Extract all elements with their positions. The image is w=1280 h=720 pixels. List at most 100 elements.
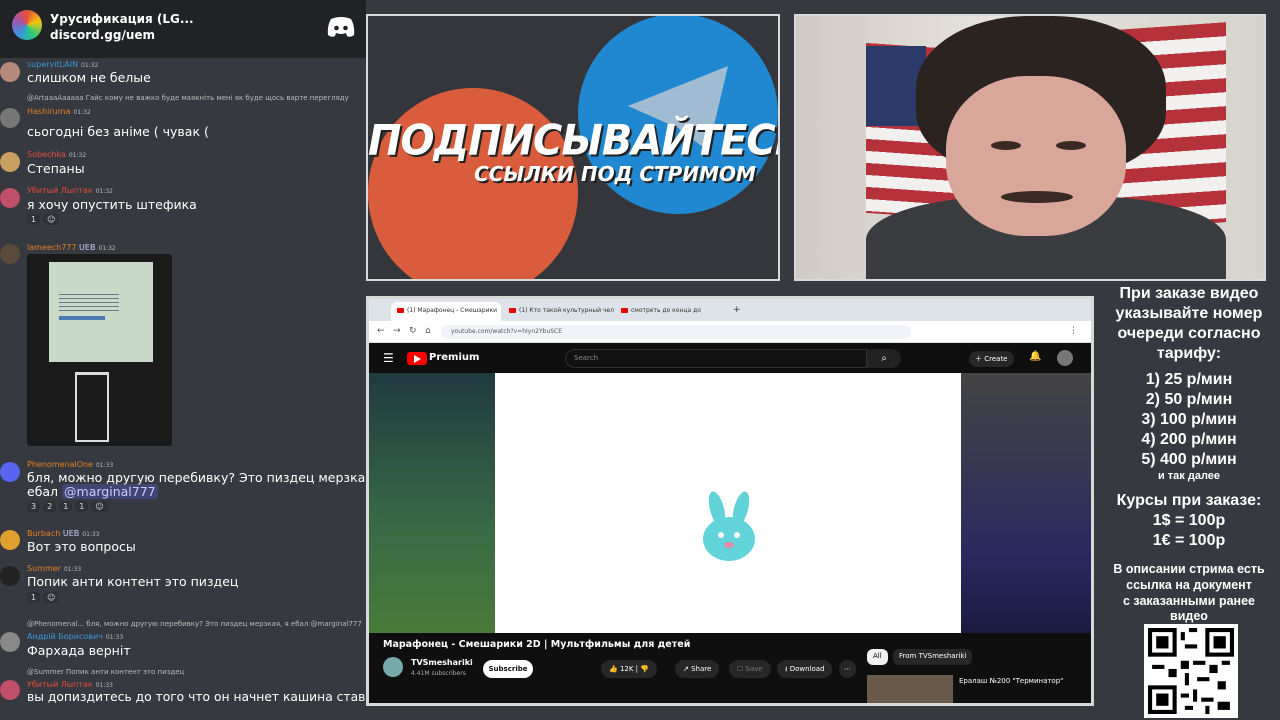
avatar <box>0 62 20 82</box>
search-input[interactable]: Search <box>565 349 867 368</box>
rate-line: 1$ = 100р <box>1152 512 1226 529</box>
qr-code-icon <box>1148 628 1234 714</box>
share-button[interactable]: ↗ Share <box>675 660 720 678</box>
reactions[interactable]: 3 2 1 1 ☺ <box>27 501 111 512</box>
username: PhenomenalOne <box>27 460 93 469</box>
username: lameech777 <box>27 243 77 252</box>
tariff-line: 4) 200 р/мин <box>1141 431 1237 448</box>
info-note: ссылка на документ <box>1126 578 1252 592</box>
forward-icon[interactable]: → <box>393 326 401 336</box>
timestamp: 01:32 <box>95 188 113 195</box>
video-frame[interactable] <box>495 373 961 633</box>
add-reaction-icon: ☺ <box>43 214 60 225</box>
youtube-icon <box>509 308 516 313</box>
chat-image-attachment[interactable] <box>27 254 172 446</box>
save-button[interactable]: ☐ Save <box>729 660 771 678</box>
info-line: указывайте номер <box>1115 305 1263 322</box>
timestamp: 01:32 <box>73 109 91 116</box>
browser-window: (1) Марафонец - Смешарики (1) Кто такой … <box>366 296 1094 706</box>
reaction: 1 <box>75 501 89 512</box>
download-button[interactable]: ⭳ Download <box>777 660 833 678</box>
username: Андрій Борисович <box>27 632 103 641</box>
like-button[interactable]: 👍 12K | 👎 <box>601 660 657 678</box>
youtube-brand: Premium <box>429 352 480 363</box>
timestamp: 01:33 <box>105 634 124 641</box>
timestamp: 01:33 <box>63 566 82 573</box>
message-text: слишком не белые <box>27 70 151 85</box>
channel-avatar[interactable] <box>383 657 403 677</box>
youtube-logo-icon[interactable] <box>407 352 427 365</box>
youtube-icon <box>621 308 628 313</box>
notifications-bell-icon[interactable]: 🔔 <box>1029 351 1041 362</box>
username: Burbach <box>27 529 61 538</box>
more-actions-icon[interactable]: ⋯ <box>839 660 856 678</box>
badge: UEB <box>62 529 80 538</box>
recommended-thumbnail[interactable] <box>867 675 953 703</box>
channel-name[interactable]: TVSmeshariki <box>411 658 473 667</box>
message-text: вы допиздитесь до того что он начнет каш… <box>27 690 366 704</box>
reactions[interactable]: 1 ☺ <box>27 592 62 603</box>
message-text: я хочу опустить штефика <box>27 197 197 212</box>
promo-title: ПОДПИСЫВАЙТЕСЬ <box>368 116 780 166</box>
reload-icon[interactable]: ↻ <box>409 326 417 336</box>
streamer-face <box>946 76 1126 236</box>
avatar <box>0 680 20 700</box>
info-note: с заказанными ранее <box>1122 594 1255 608</box>
avatar[interactable] <box>1057 350 1073 366</box>
reply-preview: @Summer Попик анти контент это пиздец <box>27 668 185 676</box>
reaction: 2 <box>43 501 57 512</box>
message-text: Попик анти контент это пиздец <box>27 574 239 589</box>
server-icon <box>12 10 42 40</box>
info-line: При заказе видео <box>1119 285 1259 302</box>
message-text: Степаны <box>27 161 85 176</box>
url-field[interactable]: youtube.com/watch?v=hIyn2YbuSCE <box>441 325 911 339</box>
avatar <box>0 244 20 264</box>
video-player[interactable] <box>369 373 1091 633</box>
more-icon[interactable]: ⋮ <box>1069 326 1078 336</box>
search-icon[interactable]: ⌕ <box>867 349 901 368</box>
message-text: Фархада верніт <box>27 643 131 658</box>
home-icon[interactable]: ⌂ <box>425 326 431 336</box>
reply-preview: @ArtaaaAaaaaa Гайс кому не важко буде ма… <box>27 94 349 102</box>
add-reaction-icon: ☺ <box>91 501 108 512</box>
info-note: видео <box>1170 609 1208 623</box>
avatar <box>0 188 20 208</box>
new-tab-icon[interactable]: + <box>729 302 745 321</box>
reactions[interactable]: 1 ☺ <box>27 214 62 225</box>
browser-tab[interactable]: (1) Марафонец - Смешарики <box>391 302 501 321</box>
recommended-title[interactable]: Ералаш №200 "Терминатор" <box>959 677 1063 685</box>
promo-panel: ПОДПИСЫВАЙТЕСЬ ССЫЛКИ ПОД СТРИМОМ <box>366 14 780 281</box>
chat-header: Урусификация (LG... discord.gg/uem <box>0 0 366 58</box>
reaction: 1 <box>27 592 41 603</box>
message-text: сьогодні без аніме ( чувак ( <box>27 124 209 139</box>
browser-tab[interactable]: смотреть до конца до <box>615 302 725 321</box>
add-reaction-icon: ☺ <box>43 592 60 603</box>
avatar <box>0 530 20 550</box>
browser-tab[interactable]: (1) Кто такой культурный чел <box>503 302 614 321</box>
subscribe-button[interactable]: Subscribe <box>483 660 533 678</box>
menu-icon[interactable]: ☰ <box>383 351 394 365</box>
username: Summer <box>27 564 61 573</box>
tariff-line: 5) 400 р/мин <box>1141 451 1237 468</box>
username: Hashiruma <box>27 107 71 116</box>
username: Убитый Лыптак <box>27 680 93 689</box>
message-text: Вот это вопросы <box>27 539 136 554</box>
discord-chat-panel: Урусификация (LG... discord.gg/uem super… <box>0 0 366 720</box>
subscriber-count: 4.41M subscribers <box>411 670 466 677</box>
timestamp: 01:32 <box>68 152 87 159</box>
address-bar: ← → ↻ ⌂ youtube.com/watch?v=hIyn2YbuSCE … <box>369 321 1091 343</box>
krosh-bunny-icon <box>703 491 755 561</box>
back-icon[interactable]: ← <box>377 326 385 336</box>
tab-bar: (1) Марафонец - Смешарики (1) Кто такой … <box>369 299 1091 321</box>
discord-icon <box>327 17 355 37</box>
reply-preview: @Phenomenal... бля, можно другую перебив… <box>27 620 362 628</box>
create-button[interactable]: ＋ Create <box>969 351 1014 367</box>
chip-all[interactable]: All <box>867 649 888 665</box>
timestamp: 01:32 <box>98 245 116 252</box>
info-line: очереди согласно <box>1117 325 1261 342</box>
chip-from-channel[interactable]: From TVSmeshariki <box>893 649 973 665</box>
info-note: и так далее <box>1157 470 1221 482</box>
info-note: В описании стрима есть <box>1113 562 1265 576</box>
youtube-icon <box>397 308 404 313</box>
qr-code <box>1144 624 1238 718</box>
